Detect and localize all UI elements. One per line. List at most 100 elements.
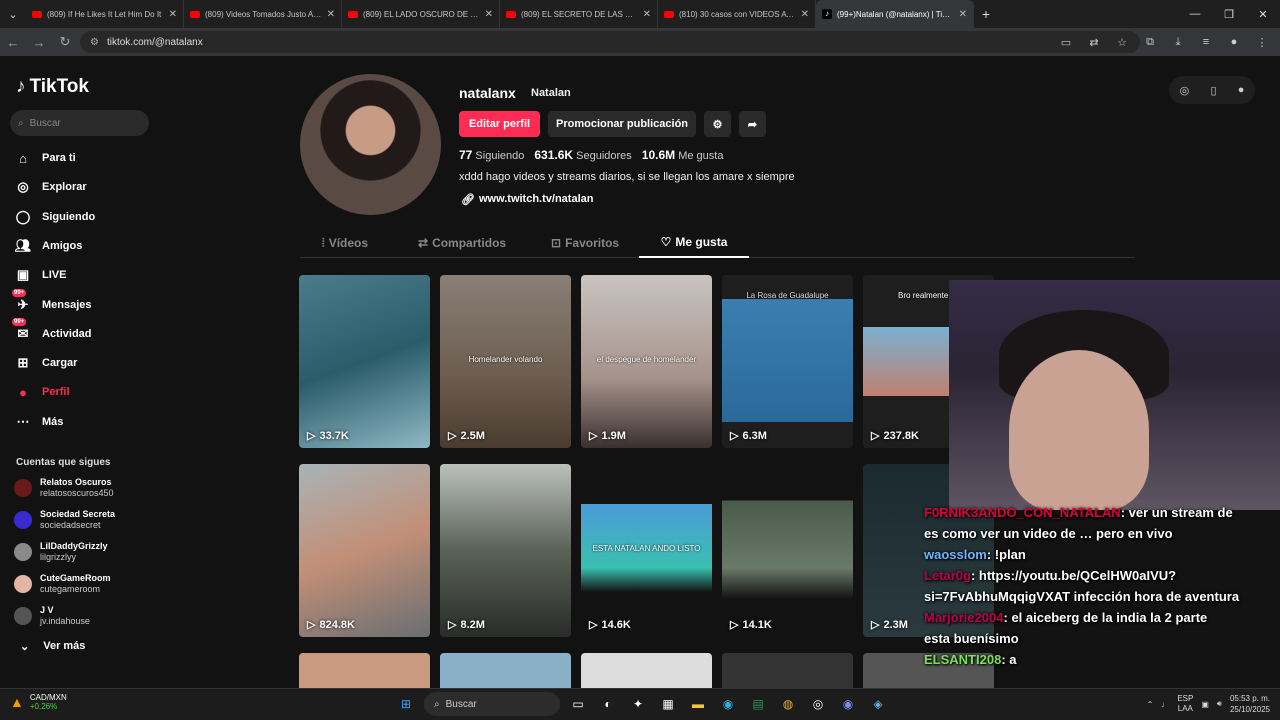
edit-profile-button[interactable]: Editar perfil <box>459 111 540 137</box>
sidebar-item-siguiendo[interactable]: ◯ Siguiendo <box>14 208 95 226</box>
video-views: ▷ 14.6K <box>589 618 631 632</box>
sidebar-item-actividad[interactable]: ✉ 99+ Actividad <box>12 317 92 343</box>
clock-date[interactable]: 25/10/2025 <box>1230 704 1270 715</box>
video-card[interactable]: ESTA NATALAN ANDO LISTO ▷ 14.6K <box>581 464 712 637</box>
video-card[interactable]: ▷ 824.8K <box>299 464 430 637</box>
video-card[interactable]: La Rosa de Guadalupe ▷ 6.3M <box>722 275 853 448</box>
file-explorer-icon[interactable]: ▬ <box>686 692 710 716</box>
video-card[interactable]: ▷ 33.7K <box>299 275 430 448</box>
translate-icon[interactable]: ⇄ <box>1082 36 1106 49</box>
sidebar-item-explorar[interactable]: ◎ Explorar <box>14 178 86 196</box>
tab-close-icon[interactable]: ✕ <box>485 9 493 20</box>
compass-icon[interactable]: ◎ <box>1180 84 1190 97</box>
mic-icon[interactable]: ♩ <box>1161 700 1169 709</box>
store-icon[interactable]: ▦ <box>656 692 680 716</box>
steam-icon[interactable]: ◈ <box>866 692 890 716</box>
profile-avatar[interactable] <box>300 74 441 215</box>
followed-account[interactable]: LilDaddyGrizzly lilgrizzlyy <box>14 541 108 563</box>
see-more-button[interactable]: ⌄ Ver más <box>20 640 85 653</box>
reading-list-icon[interactable]: ≡ <box>1194 36 1218 48</box>
profile-link[interactable]: 🔗︎ www.twitch.tv/natalan <box>461 193 593 206</box>
video-card[interactable] <box>722 653 853 688</box>
close-window-button[interactable]: ✕ <box>1246 0 1280 28</box>
maximize-button[interactable]: ❐ <box>1212 0 1246 28</box>
tiktok-logo[interactable]: ♪ TikTok <box>16 76 89 98</box>
tray-chevron-icon[interactable]: ⌃ <box>1147 700 1154 709</box>
network-icon[interactable]: ▣ <box>1201 700 1209 709</box>
reload-icon[interactable]: ↻ <box>52 28 78 56</box>
video-card[interactable]: ▷ 14.1K <box>722 464 853 637</box>
back-icon[interactable]: ← <box>0 28 26 56</box>
browser-tab[interactable]: (809) Videos Tomados Justo Antes ✕ <box>184 0 342 28</box>
user-avatar-icon[interactable]: ● <box>1238 84 1245 96</box>
browser-tab[interactable]: ♪ (99+)Natalan (@natalanx) | TikTok ✕ <box>816 0 974 28</box>
minimize-button[interactable]: — <box>1178 0 1212 28</box>
device-icon[interactable]: ▯ <box>1210 84 1216 97</box>
sidebar-item-perfil[interactable]: ● Perfil <box>14 383 69 401</box>
site-info-icon[interactable]: ⚙ <box>90 37 99 48</box>
chrome-icon[interactable]: ◍ <box>776 692 800 716</box>
followed-account[interactable]: Sociedad Secreta sociedadsecret <box>14 509 115 531</box>
video-card[interactable]: el despegue de homelander ▷ 1.9M <box>581 275 712 448</box>
sidebar-item-cargar[interactable]: ⊞ Cargar <box>14 354 78 372</box>
share-icon[interactable]: ➦ <box>739 111 766 137</box>
excel-icon[interactable]: ▤ <box>746 692 770 716</box>
tab-close-icon[interactable]: ✕ <box>169 9 177 20</box>
app-icon[interactable]: ◎ <box>806 692 830 716</box>
widget-icon[interactable]: ◐ <box>596 692 620 716</box>
browser-tab[interactable]: (809) If He Likes It Let Him Do It ✕ <box>26 0 184 28</box>
extensions-icon[interactable]: ⧉ <box>1138 36 1162 49</box>
browser-tab[interactable]: (810) 30 casos con VIDEOS ATERRADORES ✕ <box>658 0 816 28</box>
cast-icon[interactable]: ▭ <box>1054 36 1078 49</box>
view-count: 8.2M <box>460 618 485 631</box>
task-view-icon[interactable]: ▭ <box>566 692 590 716</box>
profile-avatar-icon[interactable]: ● <box>1222 36 1246 48</box>
video-card[interactable] <box>581 653 712 688</box>
tab-me-gusta[interactable]: ♡ Me gusta <box>639 228 749 258</box>
followed-account[interactable]: Relatos Oscuros relatososcuros450 <box>14 477 114 499</box>
sidebar-item-más[interactable]: ⋯ Más <box>14 413 64 431</box>
windows-start-icon[interactable]: ⊞ <box>394 692 418 716</box>
settings-gear-icon[interactable]: ⚙ <box>704 111 731 137</box>
video-card[interactable]: ▷ 8.2M <box>440 464 571 637</box>
volume-icon[interactable]: 🔊︎ <box>1217 699 1222 709</box>
lang-layout[interactable]: LAA <box>1177 704 1193 714</box>
forward-icon[interactable]: → <box>26 28 52 56</box>
url-field[interactable]: ⚙ tiktok.com/@natalanx <box>80 31 1140 53</box>
followed-account[interactable]: J Vjv.indahouse <box>14 605 90 627</box>
video-views: ▷ 2.3M <box>871 618 908 632</box>
browser-tab[interactable]: (809) EL SECRETO DE LAS CANCIONES ✕ <box>500 0 658 28</box>
copilot-icon[interactable]: ✦ <box>626 692 650 716</box>
edge-icon[interactable]: ◉ <box>716 692 740 716</box>
video-card[interactable] <box>440 653 571 688</box>
tab-close-icon[interactable]: ✕ <box>801 9 809 20</box>
tab-close-icon[interactable]: ✕ <box>959 9 967 20</box>
tab-close-icon[interactable]: ✕ <box>327 9 335 20</box>
tab-compartidos[interactable]: ⇄ Compartidos <box>418 228 506 258</box>
sidebar-item-amigos[interactable]: 👥︎ Amigos <box>14 237 83 255</box>
bookmark-star-icon[interactable]: ☆ <box>1110 36 1134 49</box>
followed-account[interactable]: CuteGameRoom cutegameroom <box>14 573 111 595</box>
search-input[interactable]: ⌕ Buscar <box>10 110 149 136</box>
new-tab-button[interactable]: + <box>974 6 998 22</box>
browser-menu-icon[interactable]: ⋮ <box>1250 36 1274 49</box>
discord-icon[interactable]: ◉ <box>836 692 860 716</box>
promote-post-button[interactable]: Promocionar publicación <box>548 111 696 137</box>
stock-widget[interactable]: ▲ CAD/MXN +0.26% <box>10 693 67 711</box>
tab-list-chevron-icon[interactable]: ⌄ <box>0 0 26 28</box>
sidebar-item-live[interactable]: ▣ LIVE <box>14 266 67 284</box>
clock-time[interactable]: 05:53 p. m. <box>1230 693 1270 704</box>
lang-code[interactable]: ESP <box>1177 694 1193 704</box>
tab-vídeos[interactable]: ⦙ Vídeos <box>322 228 368 258</box>
sidebar-item-para-ti[interactable]: ⌂ Para ti <box>14 149 76 167</box>
download-icon[interactable]: ⤓ <box>1166 36 1190 49</box>
video-card[interactable] <box>299 653 430 688</box>
video-caption: Homelander volando <box>468 355 543 364</box>
sidebar-item-mensajes[interactable]: ✈ 99+ Mensajes <box>12 288 92 314</box>
tab-favoritos[interactable]: ⊡ Favoritos <box>551 228 619 258</box>
video-caption: ESTA NATALAN ANDO LISTO <box>592 544 701 553</box>
tab-close-icon[interactable]: ✕ <box>643 9 651 20</box>
taskbar-search[interactable]: ⌕ Buscar <box>424 692 560 716</box>
browser-tab[interactable]: (809) EL LADO OSCURO DE LOS ✕ <box>342 0 500 28</box>
video-card[interactable]: Homelander volando ▷ 2.5M <box>440 275 571 448</box>
